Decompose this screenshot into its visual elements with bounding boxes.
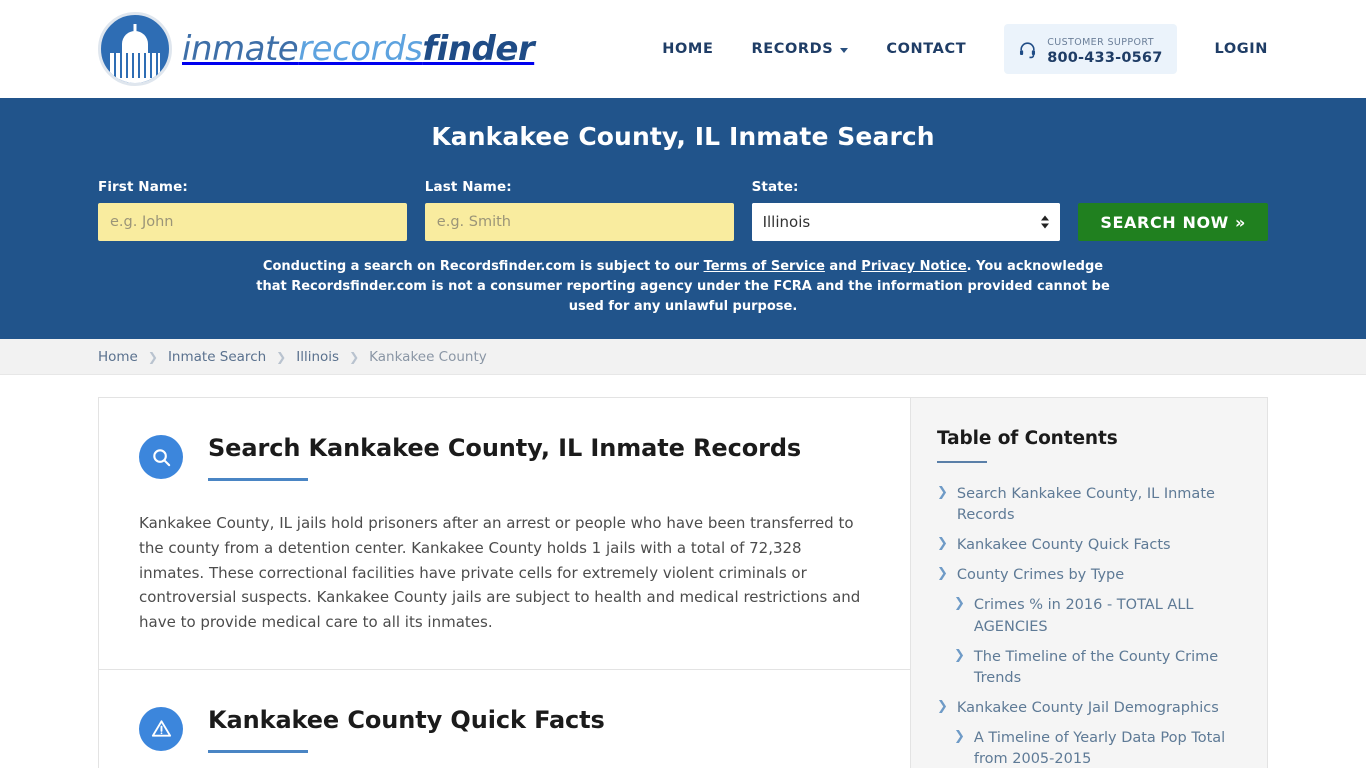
site-logo[interactable]: inmaterecordsfinder: [98, 12, 535, 86]
state-select[interactable]: Illinois: [751, 203, 1061, 241]
toc-item-search-records[interactable]: ❯ Search Kankakee County, IL Inmate Reco…: [937, 484, 1241, 526]
nav-item-login[interactable]: LOGIN: [1215, 41, 1268, 57]
toc-title: Table of Contents: [937, 428, 1118, 450]
state-label: State:: [751, 179, 799, 195]
nav-item-contact[interactable]: CONTACT: [886, 41, 966, 57]
chevron-down-icon: [840, 47, 849, 53]
page-title: Kankakee County, IL Inmate Search: [431, 122, 935, 151]
breadcrumb: Home ❯ Inmate Search ❯ Illinois ❯ Kankak…: [98, 349, 487, 365]
breadcrumb-item-home[interactable]: Home: [98, 349, 138, 365]
toc-link[interactable]: Search Kankakee County, IL Inmate Record…: [957, 484, 1241, 526]
first-name-input[interactable]: [98, 203, 407, 241]
toc-item-yearly-pop-total[interactable]: ❯ A Timeline of Yearly Data Pop Total fr…: [937, 728, 1241, 768]
section-underline: [208, 478, 308, 482]
customer-support-badge[interactable]: CUSTOMER SUPPORT 800-433-0567: [1004, 23, 1177, 75]
headset-icon: [1020, 41, 1036, 58]
last-name-input[interactable]: [424, 203, 734, 241]
search-disclaimer: Conducting a search on Recordsfinder.com…: [253, 257, 1113, 317]
capitol-dome-icon: [98, 12, 172, 86]
chevron-right-icon: ❯: [937, 485, 948, 501]
search-now-button[interactable]: SEARCH NOW »: [1078, 203, 1268, 241]
terms-of-service-link[interactable]: Terms of Service: [704, 259, 825, 274]
breadcrumb-item-current: Kankakee County: [369, 348, 487, 365]
toc-link[interactable]: The Timeline of the County Crime Trends: [974, 647, 1241, 689]
page-body: Search Kankakee County, IL Inmate Record…: [0, 375, 1366, 768]
warning-circle-icon: [139, 706, 183, 751]
last-name-label: Last Name:: [424, 179, 512, 195]
disclaimer-part2: and: [824, 259, 862, 274]
main-navigation: HOME RECORDS CONTACT CUSTOMER SUPPORT 80…: [662, 23, 1268, 75]
section-underline: [208, 749, 308, 753]
logo-text-part1: inmate: [182, 29, 299, 69]
support-label: CUSTOMER SUPPORT: [1047, 36, 1154, 48]
nav-item-contact-label: CONTACT: [886, 41, 967, 57]
toc-item-jail-demographics[interactable]: ❯ Kankakee County Jail Demographics: [937, 698, 1241, 719]
section-quick-facts: Kankakee County Quick Facts: [99, 668, 910, 768]
toc-link[interactable]: Crimes % in 2016 - TOTAL ALL AGENCIES: [974, 595, 1241, 637]
disclaimer-part1: Conducting a search on Recordsfinder.com…: [262, 259, 704, 274]
toc-link[interactable]: Kankakee County Jail Demographics: [957, 698, 1219, 719]
nav-item-home-label: HOME: [662, 41, 714, 57]
toc-link[interactable]: Kankakee County Quick Facts: [957, 535, 1171, 556]
main-content-card: Search Kankakee County, IL Inmate Record…: [98, 397, 910, 768]
privacy-notice-link[interactable]: Privacy Notice: [861, 259, 966, 274]
support-phone[interactable]: 800-433-0567: [1047, 50, 1162, 66]
chevron-right-icon: ❯: [954, 728, 965, 744]
first-name-label: First Name:: [98, 179, 188, 195]
section-body-text: Kankakee County, IL jails hold prisoners…: [139, 514, 861, 632]
logo-text-part3: finder: [422, 29, 535, 69]
toc-link[interactable]: A Timeline of Yearly Data Pop Total from…: [974, 728, 1241, 768]
section-title: Search Kankakee County, IL Inmate Record…: [208, 434, 802, 463]
chevron-right-icon: ❯: [954, 596, 965, 612]
breadcrumb-separator-icon: ❯: [147, 349, 158, 364]
toc-item-crime-trends-timeline[interactable]: ❯ The Timeline of the County Crime Trend…: [937, 647, 1241, 689]
chevron-right-icon: ❯: [937, 536, 948, 552]
breadcrumb-bar: Home ❯ Inmate Search ❯ Illinois ❯ Kankak…: [0, 339, 1366, 376]
toc-list: ❯ Search Kankakee County, IL Inmate Reco…: [937, 484, 1241, 768]
nav-item-records-label: RECORDS: [751, 41, 834, 57]
chevron-right-icon: ❯: [937, 566, 948, 582]
section-header: Search Kankakee County, IL Inmate Record…: [139, 432, 870, 482]
logo-text-part2: records: [298, 29, 423, 69]
logo-wordmark: inmaterecordsfinder: [182, 29, 535, 69]
toc-item-quick-facts[interactable]: ❯ Kankakee County Quick Facts: [937, 535, 1241, 556]
section-header: Kankakee County Quick Facts: [139, 704, 870, 753]
breadcrumb-item-inmate-search[interactable]: Inmate Search: [168, 349, 266, 365]
section-search-records: Search Kankakee County, IL Inmate Record…: [99, 398, 910, 669]
breadcrumb-separator-icon: ❯: [276, 349, 287, 364]
breadcrumb-separator-icon: ❯: [349, 349, 360, 364]
nav-item-login-label: LOGIN: [1214, 41, 1268, 57]
table-of-contents: Table of Contents ❯ Search Kankakee Coun…: [910, 397, 1268, 768]
inmate-search-form: First Name: Last Name: State: Illinois S…: [98, 179, 1268, 241]
nav-item-home[interactable]: HOME: [662, 41, 713, 57]
state-field-group: State: Illinois: [751, 179, 1061, 241]
chevron-right-icon: ❯: [954, 647, 965, 663]
toc-item-crimes-percent-2016[interactable]: ❯ Crimes % in 2016 - TOTAL ALL AGENCIES: [937, 595, 1241, 637]
toc-item-crimes-by-type[interactable]: ❯ County Crimes by Type: [937, 565, 1241, 586]
search-circle-icon: [139, 435, 183, 480]
first-name-field-group: First Name:: [98, 179, 407, 241]
section-title: Kankakee County Quick Facts: [208, 705, 605, 734]
nav-item-records[interactable]: RECORDS: [751, 41, 849, 57]
toc-underline: [937, 461, 987, 464]
last-name-field-group: Last Name:: [424, 179, 734, 241]
breadcrumb-item-illinois[interactable]: Illinois: [296, 349, 339, 365]
chevron-right-icon: ❯: [937, 698, 948, 714]
site-header: inmaterecordsfinder HOME RECORDS CONTACT…: [0, 0, 1366, 98]
hero-search-panel: Kankakee County, IL Inmate Search First …: [0, 98, 1366, 340]
toc-link[interactable]: County Crimes by Type: [957, 565, 1124, 586]
